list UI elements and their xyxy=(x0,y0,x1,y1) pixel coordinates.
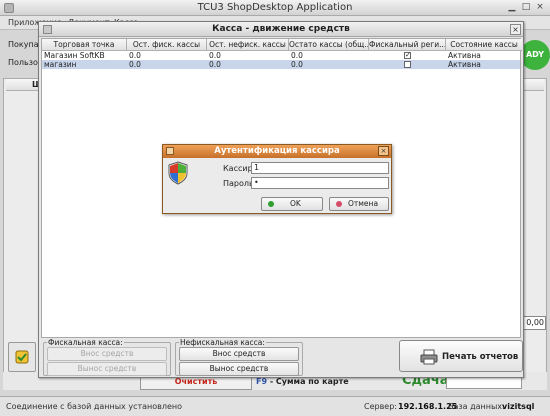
fiscal-group: Фискальная касса: Внос средств Вынос сре… xyxy=(43,338,171,376)
db-label: База данных: xyxy=(448,402,505,411)
table-row[interactable]: магазин 0.0 0.0 0.0 Активна xyxy=(42,60,520,69)
ready-indicator: ADY xyxy=(520,40,550,70)
statusbar: Соединение с базой данных установлено Се… xyxy=(0,396,550,416)
db-value: vizitsql xyxy=(502,402,535,411)
close-icon[interactable]: × xyxy=(534,2,546,14)
minimize-icon[interactable]: ▁ xyxy=(506,2,518,14)
cell-total: 0.0 xyxy=(291,51,303,60)
cashier-input[interactable]: 1 xyxy=(251,162,389,174)
operations-button[interactable] xyxy=(8,342,36,372)
cash-close-icon[interactable]: × xyxy=(510,24,521,35)
registered-checkbox[interactable] xyxy=(404,61,411,68)
cancel-button[interactable]: Отмена xyxy=(329,197,389,211)
nonfiscal-group: Нефискальная касса: Внос средств Вынос с… xyxy=(175,338,303,376)
app-titlebar: TCU3 ShopDesktop Application xyxy=(0,0,550,16)
cancel-label: Отмена xyxy=(348,199,379,208)
fiscal-withdraw-button[interactable]: Вынос средств xyxy=(47,362,167,376)
fiscal-deposit-button[interactable]: Внос средств xyxy=(47,347,167,361)
nonfiscal-withdraw-button[interactable]: Вынос средств xyxy=(179,362,299,376)
operations-icon xyxy=(15,350,29,364)
f9-text: - Сумма по карте xyxy=(267,377,349,386)
cash-window-title: Касса - движение средств xyxy=(39,22,523,37)
cell-point: магазин xyxy=(44,60,77,69)
app-title: TCU3 ShopDesktop Application xyxy=(197,2,353,13)
cell-fiscal: 0.0 xyxy=(129,51,141,60)
auth-close-icon[interactable]: × xyxy=(378,146,389,156)
auth-dialog: Аутентификация кассира × Кассир: 1 Парол… xyxy=(162,144,392,214)
ok-label: OK xyxy=(290,199,301,208)
col-fiscal[interactable]: Ост. фиск. кассы xyxy=(127,39,207,51)
printer-icon xyxy=(420,349,438,365)
nonfiscal-group-title: Нефискальная касса: xyxy=(179,338,266,347)
app-icon xyxy=(4,3,14,13)
cash-window-icon xyxy=(43,25,52,34)
col-state[interactable]: Состояние кассы xyxy=(446,39,522,51)
buyer-label: Покупа xyxy=(8,40,39,49)
cell-total: 0.0 xyxy=(291,60,303,69)
nonfiscal-deposit-button[interactable]: Внос средств xyxy=(179,347,299,361)
connection-status: Соединение с базой данных установлено xyxy=(6,402,183,411)
cell-point: Магазин SoftKB xyxy=(44,51,105,60)
cell-state: Активна xyxy=(448,60,481,69)
col-point[interactable]: Торговая точка xyxy=(42,39,127,51)
col-nonfiscal[interactable]: Ост. нефиск. кассы xyxy=(207,39,289,51)
cell-nonfiscal: 0.0 xyxy=(209,60,221,69)
f9-hint: F9 - Сумма по карте xyxy=(256,377,349,386)
f9-key: F9 xyxy=(256,377,268,386)
shield-icon xyxy=(168,161,188,185)
col-registered[interactable]: Фискальный реги... xyxy=(369,39,446,51)
table-row[interactable]: Магазин SoftKB 0.0 0.0 0.0 ✓ Активна xyxy=(42,51,520,60)
password-input[interactable]: • xyxy=(251,177,389,189)
print-reports-label: Печать отчетов xyxy=(442,352,519,362)
print-reports-button[interactable]: Печать отчетов xyxy=(399,340,523,372)
cell-nonfiscal: 0.0 xyxy=(209,51,221,60)
cell-fiscal: 0.0 xyxy=(129,60,141,69)
fiscal-group-title: Фискальная касса: xyxy=(47,338,124,347)
cancel-dot-icon xyxy=(336,201,342,207)
cell-state: Активна xyxy=(448,51,481,60)
auth-dialog-icon xyxy=(166,147,174,155)
auth-dialog-title: Аутентификация кассира xyxy=(163,145,391,158)
server-label: Сервер: xyxy=(364,402,397,411)
maximize-icon[interactable]: □ xyxy=(520,2,532,14)
ok-dot-icon xyxy=(268,201,274,207)
registered-checkbox[interactable]: ✓ xyxy=(404,52,411,59)
ok-button[interactable]: OK xyxy=(261,197,323,211)
col-total[interactable]: Остато кассы (общ... xyxy=(289,39,369,51)
